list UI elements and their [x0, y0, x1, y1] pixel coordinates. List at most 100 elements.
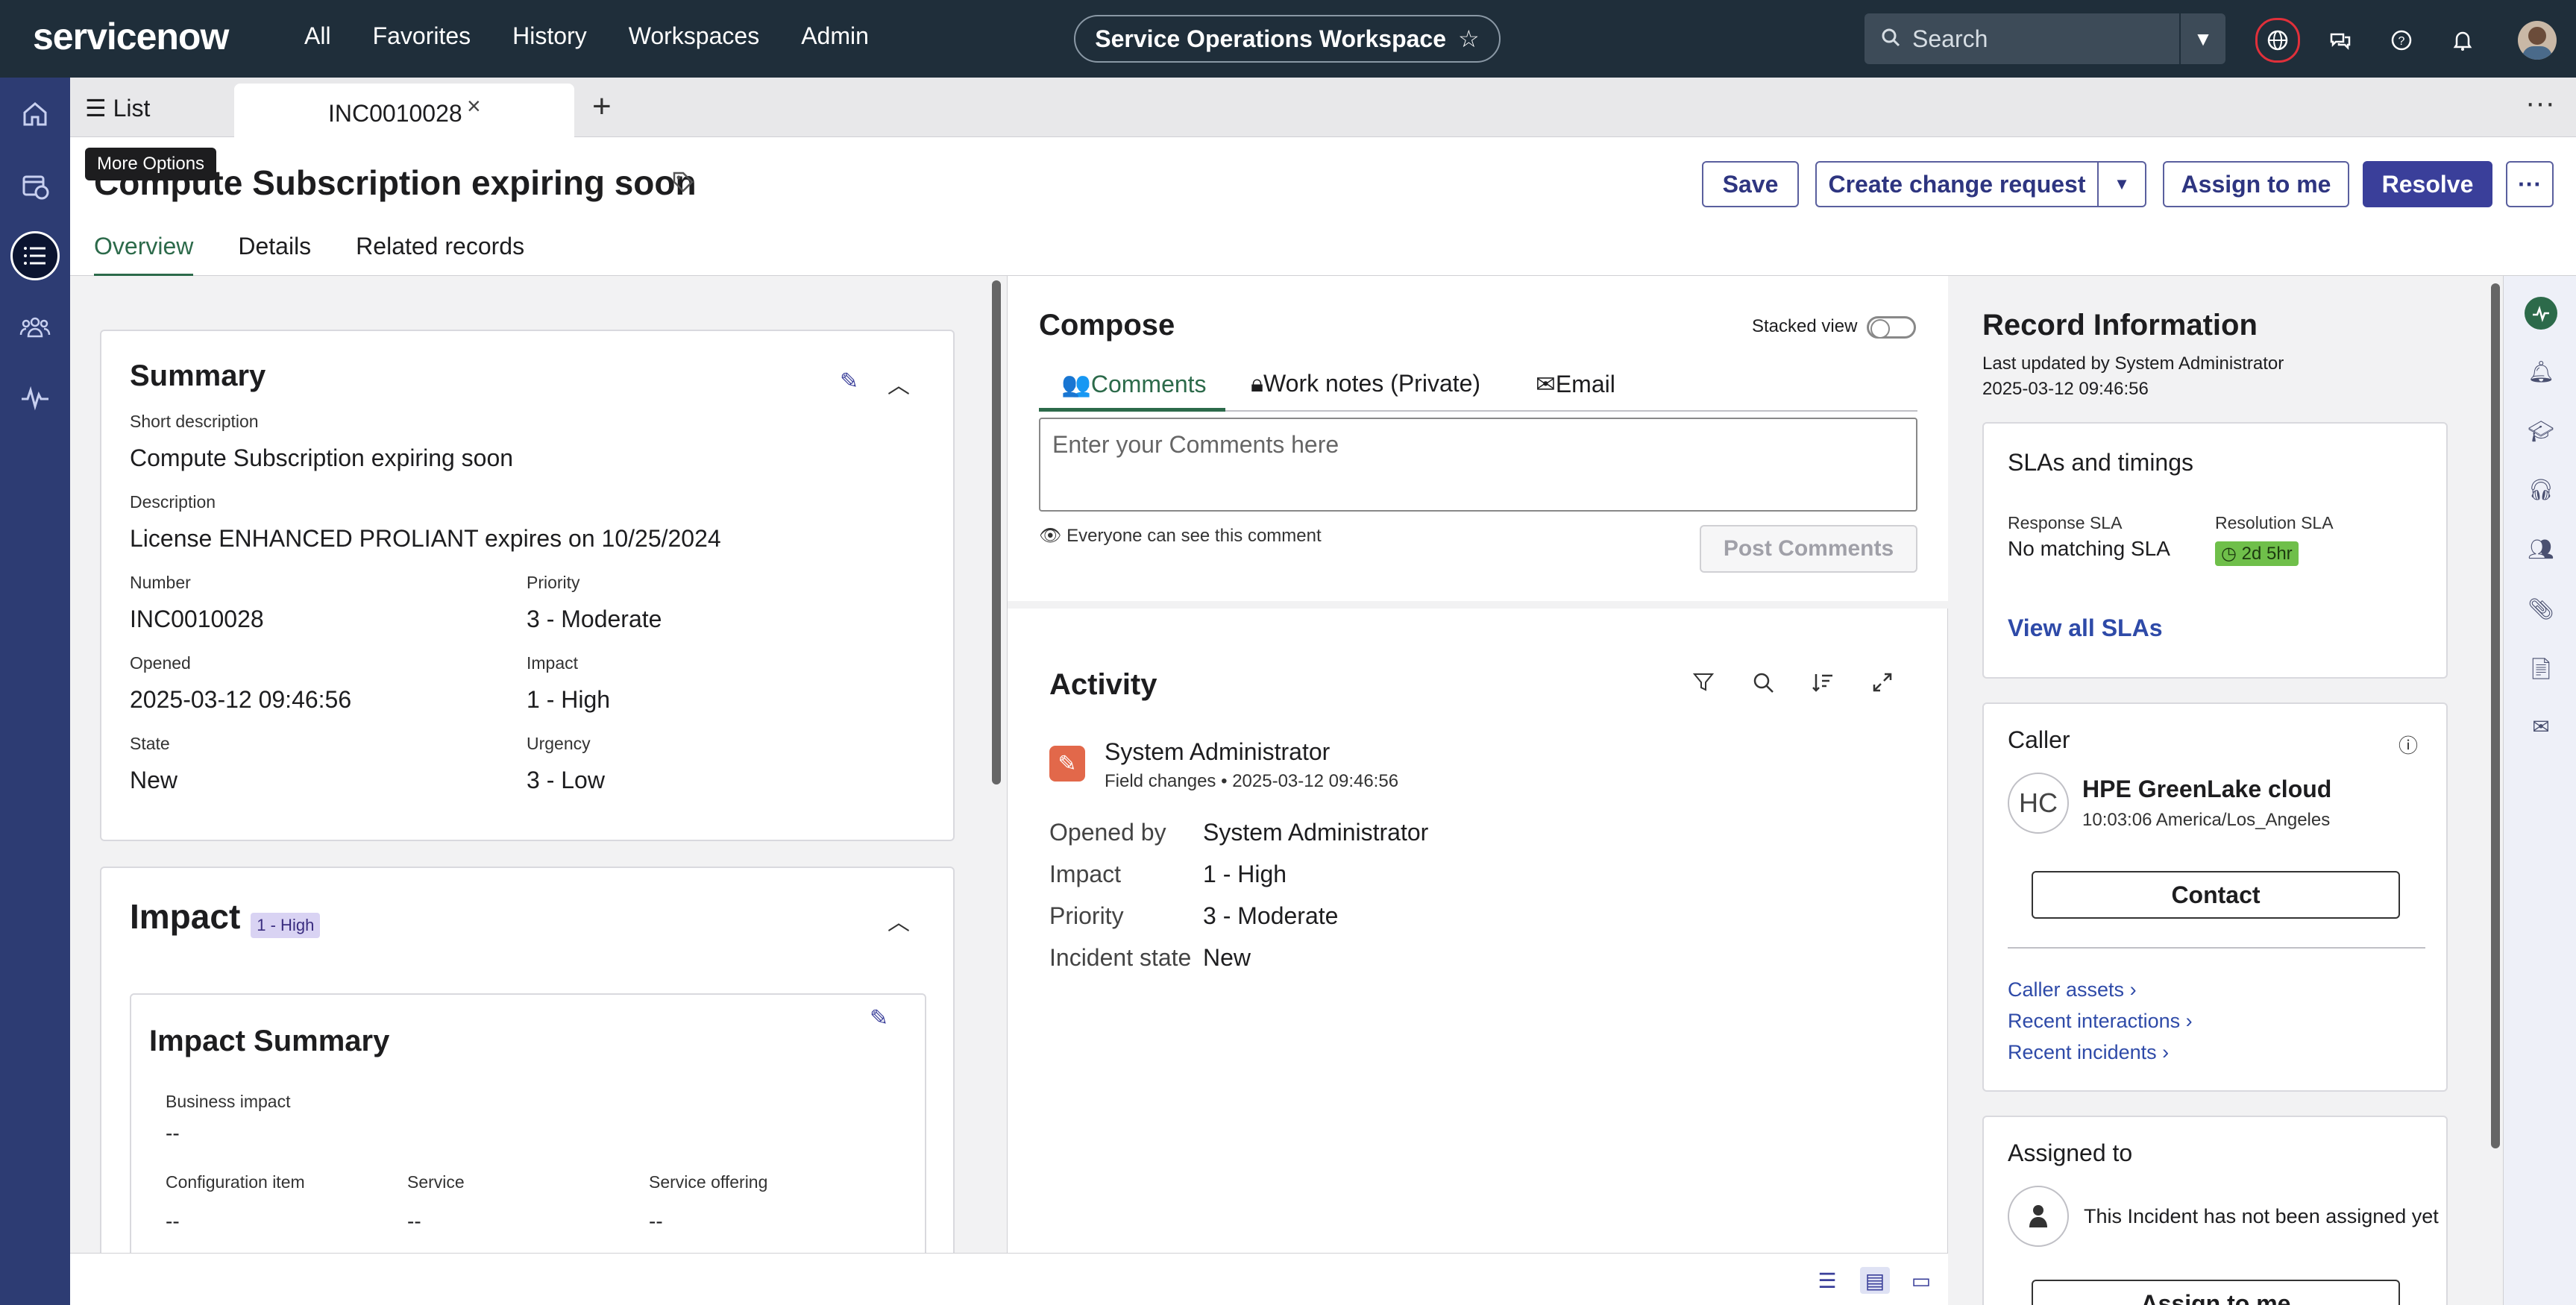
star-icon[interactable]: ☆: [1458, 25, 1480, 53]
bell-icon[interactable]: [2442, 19, 2484, 61]
right-column-scrollbar[interactable]: [2491, 283, 2500, 1148]
tab-overview[interactable]: Overview: [94, 233, 194, 277]
document-icon[interactable]: 📄︎: [2525, 652, 2557, 685]
headset-icon[interactable]: 🎧︎: [2525, 473, 2557, 506]
urgency-label: Urgency: [527, 734, 591, 753]
record-info-title: Record Information: [1982, 309, 2258, 342]
caller-assets-label: Caller assets: [2008, 978, 2125, 1001]
schedule-icon[interactable]: [10, 161, 60, 210]
impact-badge: 1 - High: [251, 912, 321, 938]
search-icon[interactable]: [1752, 671, 1774, 697]
post-comments-button[interactable]: Post Comments: [1700, 525, 1917, 573]
tab-related-records[interactable]: Related records: [356, 233, 524, 277]
home-icon[interactable]: [10, 89, 60, 139]
comments-input[interactable]: Enter your Comments here: [1039, 418, 1917, 512]
overview-column: Summary ✎ ︿ Short description Compute Su…: [70, 276, 995, 1253]
tab-incident[interactable]: INC0010028: [234, 84, 574, 137]
tab-details[interactable]: Details: [238, 233, 311, 277]
add-tab-icon[interactable]: +: [592, 88, 612, 125]
urgency-value: 3 - Low: [527, 767, 605, 793]
user-avatar[interactable]: [2518, 21, 2557, 60]
compose-activity-column: Compose Stacked view 👥Comments 🔒︎Work no…: [1007, 276, 1949, 1253]
left-column-scrollbar[interactable]: [992, 280, 1001, 784]
service-offering-value: --: [649, 1210, 663, 1233]
groups-icon[interactable]: 👥︎: [2525, 532, 2557, 565]
tab-list[interactable]: ☰ List: [85, 94, 150, 122]
bell-icon[interactable]: 🔔︎: [2525, 355, 2557, 388]
chevron-down-icon: ▼: [2114, 174, 2130, 193]
graduation-cap-icon[interactable]: 🎓︎: [2525, 415, 2557, 447]
email-icon[interactable]: ✉: [2525, 710, 2557, 743]
record-info-icon[interactable]: [2525, 297, 2557, 330]
nav-history[interactable]: History: [512, 22, 587, 50]
chevron-up-icon[interactable]: ︿: [888, 904, 910, 937]
view-all-slas-link[interactable]: View all SLAs: [2008, 614, 2163, 642]
attachment-icon[interactable]: 📎︎: [2525, 592, 2557, 625]
activity-meta-time: 2025-03-12 09:46:56: [1232, 771, 1399, 791]
compose-title: Compose: [1039, 309, 1175, 342]
configuration-item-label: Configuration item: [166, 1172, 305, 1192]
groups-icon[interactable]: [10, 303, 60, 352]
workspace-selector[interactable]: Service Operations Workspace ☆: [1074, 15, 1501, 63]
activity-meta-type: Field changes: [1105, 771, 1216, 791]
nav-all[interactable]: All: [304, 22, 331, 50]
recent-interactions-label: Recent interactions: [2008, 1010, 2181, 1032]
field-change-pencil-icon: ✎: [1049, 746, 1085, 782]
global-search[interactable]: Search ▼: [1865, 13, 2225, 64]
recent-interactions-link[interactable]: Recent interactions ›: [2008, 1010, 2193, 1033]
chevron-up-icon[interactable]: ︿: [888, 367, 910, 400]
people-icon: 👥: [1061, 371, 1091, 397]
nav-workspaces[interactable]: Workspaces: [629, 22, 759, 50]
full-width-layout-icon[interactable]: ▭: [1906, 1267, 1936, 1294]
tab-email[interactable]: ✉Email: [1536, 370, 1615, 398]
save-button[interactable]: Save: [1702, 161, 1799, 207]
last-updated-by: Last updated by System Administrator: [1982, 353, 2284, 374]
edit-pencil-icon[interactable]: ✎: [840, 368, 858, 394]
nav-admin[interactable]: Admin: [801, 22, 869, 50]
resolve-button[interactable]: Resolve: [2363, 161, 2492, 207]
caller-assets-link[interactable]: Caller assets ›: [2008, 978, 2137, 1001]
edit-pencil-icon[interactable]: ✎: [870, 1005, 888, 1031]
mail-icon: ✉: [1536, 371, 1556, 397]
tab-work-notes[interactable]: 🔒︎Work notes (Private): [1251, 370, 1480, 398]
activity-row: Priority 3 - Moderate: [1049, 895, 1428, 937]
more-options-tooltip: More Options: [85, 148, 217, 180]
assign-to-me-secondary-button[interactable]: Assign to me: [2032, 1280, 2400, 1305]
list-icon[interactable]: [10, 231, 60, 280]
search-scope-dropdown[interactable]: ▼: [2179, 13, 2225, 64]
tab-comments[interactable]: 👥Comments: [1039, 370, 1225, 412]
chat-icon[interactable]: [2319, 19, 2361, 61]
recent-incidents-link[interactable]: Recent incidents ›: [2008, 1041, 2169, 1064]
more-actions-button[interactable]: ···: [2506, 161, 2554, 207]
single-column-layout-icon[interactable]: ☰: [1812, 1267, 1842, 1294]
assign-to-me-button[interactable]: Assign to me: [2163, 161, 2349, 207]
expand-icon[interactable]: [1871, 671, 1894, 697]
nav-favorites[interactable]: Favorites: [373, 22, 471, 50]
servicenow-logo[interactable]: servicenow: [33, 15, 229, 58]
activity-field-name: Impact: [1049, 861, 1122, 887]
help-icon[interactable]: ?: [2381, 19, 2422, 61]
chevron-right-icon: ›: [2162, 1041, 2170, 1063]
create-change-request-button[interactable]: Create change request: [1815, 161, 2099, 207]
stacked-view-toggle[interactable]: [1867, 316, 1916, 339]
left-rail: [0, 78, 70, 1305]
record-subtabs: Overview Details Related records: [94, 233, 524, 277]
info-icon[interactable]: ⓘ: [2398, 731, 2418, 758]
contact-button[interactable]: Contact: [2032, 871, 2400, 919]
more-tabs-icon[interactable]: ···: [2525, 87, 2555, 120]
two-column-layout-icon[interactable]: ▤: [1860, 1267, 1890, 1294]
close-tab-icon[interactable]: ×: [467, 92, 481, 120]
number-value: INC0010028: [130, 606, 264, 632]
caller-name[interactable]: HPE GreenLake cloud: [2082, 776, 2331, 803]
short-description-label: Short description: [130, 412, 259, 431]
filter-icon[interactable]: [1692, 671, 1715, 699]
summary-title: Summary: [130, 359, 266, 392]
activity-pulse-icon[interactable]: [10, 373, 60, 422]
activity-field-value: 3 - Moderate: [1203, 902, 1339, 929]
sort-icon[interactable]: [1812, 671, 1834, 697]
menu-icon: ☰: [85, 95, 113, 122]
create-change-dropdown[interactable]: ▼: [2099, 161, 2146, 207]
globe-icon[interactable]: [2255, 18, 2300, 63]
activity-field-value: 1 - High: [1203, 861, 1287, 887]
tag-icon[interactable]: [671, 170, 695, 200]
